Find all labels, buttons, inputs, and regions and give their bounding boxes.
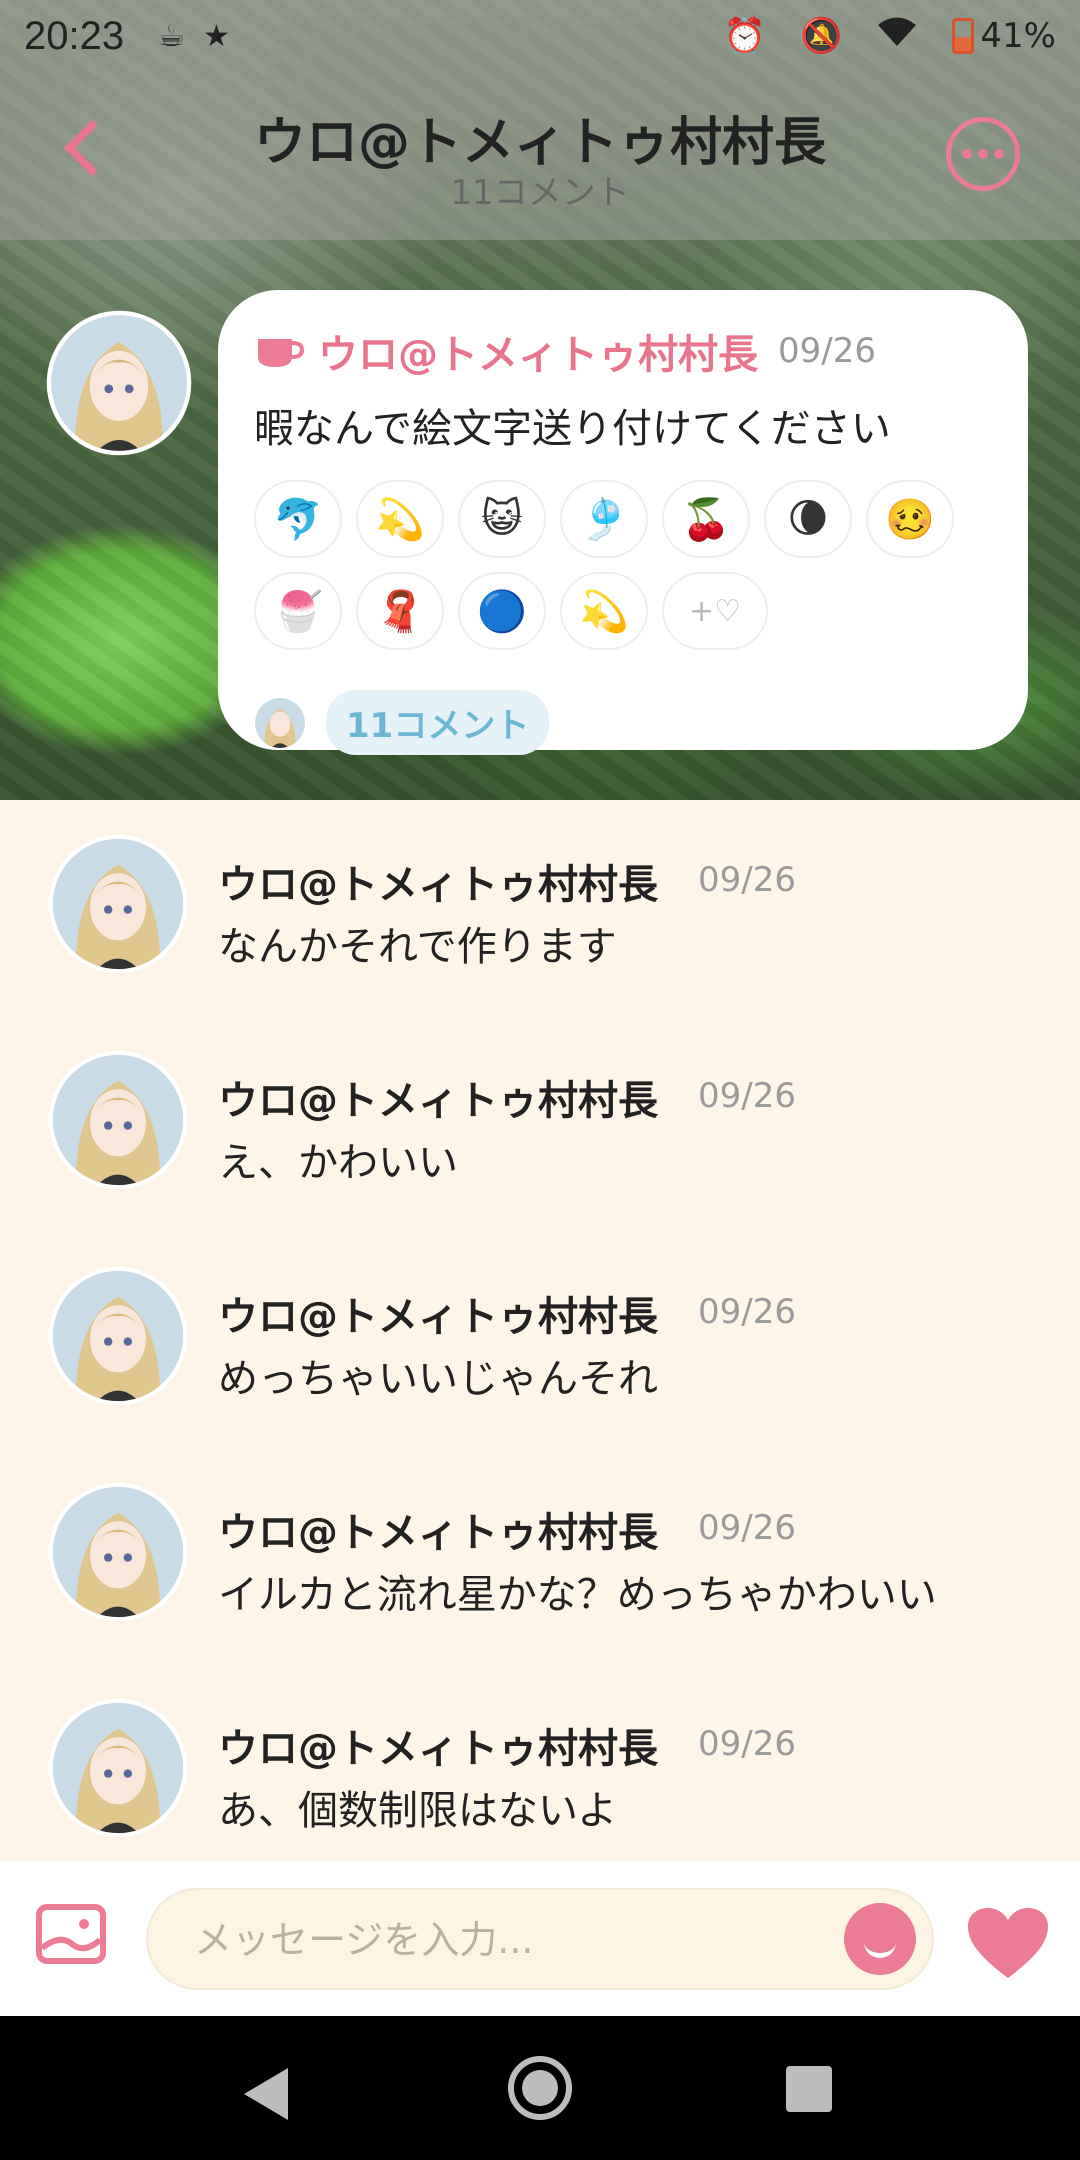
list-item: ウロ@トメィトゥ村村長 09/26 めっちゃいいじゃんそれ [0, 1232, 1080, 1448]
emoji-reaction[interactable]: 🔵 [458, 572, 546, 650]
nav-recents-icon[interactable] [786, 2066, 832, 2112]
post-date: 09/26 [778, 331, 876, 371]
comment-author[interactable]: ウロ@トメィトゥ村村長 [218, 852, 658, 910]
comment-count-badge[interactable]: 11コメント [326, 690, 550, 755]
comment-author[interactable]: ウロ@トメィトゥ村村長 [218, 1284, 658, 1342]
page-subtitle: 11コメント [450, 173, 630, 213]
alarm-icon: ⏰ [723, 16, 767, 56]
emoji-reaction[interactable]: 🍒 [662, 480, 750, 558]
comment-author[interactable]: ウロ@トメィトゥ村村長 [218, 1068, 658, 1126]
emoji-reactions: 🐬 💫 😺 🎐 🍒 🌘 🥴 🍧 🧣 🔵 💫 +♡ [254, 480, 974, 650]
emoji-reaction[interactable]: 🧣 [356, 572, 444, 650]
comment-date: 09/26 [698, 860, 796, 900]
system-nav-bar [0, 2016, 1080, 2160]
avatar[interactable] [48, 1698, 188, 1838]
comment-list: ウロ@トメィトゥ村村長 09/26 なんかそれで作ります ウロ@トメィトゥ村村長… [0, 800, 1080, 1860]
comment-author[interactable]: ウロ@トメィトゥ村村長 [218, 1716, 658, 1774]
comment-text: え、かわいい [218, 1140, 458, 1186]
image-icon[interactable] [36, 1904, 106, 1964]
post-card: ウロ@トメィトゥ村村長 09/26 暇なんで絵文字送り付けてください 🐬 💫 😺… [218, 290, 1028, 755]
emoji-picker-icon[interactable] [844, 1903, 916, 1975]
emoji-reaction[interactable]: 😺 [458, 480, 546, 558]
post-text: 暇なんで絵文字送り付けてください [254, 406, 891, 452]
comment-author[interactable]: ウロ@トメィトゥ村村長 [218, 1500, 658, 1558]
avatar[interactable] [48, 1266, 188, 1406]
emoji-reaction[interactable]: 🌘 [764, 480, 852, 558]
emoji-reaction[interactable]: 💫 [560, 572, 648, 650]
emoji-reaction[interactable]: 🐬 [254, 480, 342, 558]
battery-level: 41% [980, 16, 1056, 56]
avatar[interactable] [48, 1050, 188, 1190]
status-time: 20:23 [24, 13, 125, 58]
avatar[interactable] [46, 310, 192, 456]
post-author[interactable]: ウロ@トメィトゥ村村長 [318, 322, 758, 380]
coffee-icon: ☕ [158, 18, 186, 54]
commenter-avatar [254, 697, 306, 749]
list-item: ウロ@トメィトゥ村村長 09/26 あ、個数制限はないよ [0, 1664, 1080, 1860]
message-input[interactable] [194, 1912, 834, 1968]
comment-text: なんかそれで作ります [218, 924, 617, 970]
page-title: ウロ@トメィトゥ村村長 [253, 113, 826, 173]
emoji-reaction[interactable]: 🎐 [560, 480, 648, 558]
comment-text: イルカと流れ星かな？めっちゃかわいい [218, 1572, 937, 1618]
comment-date: 09/26 [698, 1076, 796, 1116]
avatar[interactable] [48, 1482, 188, 1622]
add-reaction-button[interactable]: +♡ [662, 572, 768, 650]
header: 20:23 ☕ ★ ⏰ 🔕 41% ウロ@トメィトゥ村村長 11コメント [0, 0, 1080, 240]
emoji-reaction[interactable]: 🍧 [254, 572, 342, 650]
comment-text: あ、個数制限はないよ [218, 1788, 618, 1834]
emoji-reaction[interactable]: 💫 [356, 480, 444, 558]
nav-back-icon[interactable] [244, 2068, 288, 2120]
message-field[interactable] [146, 1888, 934, 1990]
emoji-reaction[interactable]: 🥴 [866, 480, 954, 558]
cup-icon [254, 331, 305, 371]
status-bar: 20:23 ☕ ★ ⏰ 🔕 41% [0, 0, 1080, 72]
list-item: ウロ@トメィトゥ村村長 09/26 イルカと流れ星かな？めっちゃかわいい [0, 1448, 1080, 1664]
star-icon: ★ [203, 18, 230, 54]
battery-icon [952, 18, 975, 54]
list-item: ウロ@トメィトゥ村村長 09/26 え、かわいい [0, 1016, 1080, 1232]
comment-date: 09/26 [698, 1292, 796, 1332]
comment-text: めっちゃいいじゃんそれ [218, 1356, 658, 1402]
comment-date: 09/26 [698, 1508, 796, 1548]
bell-off-icon: 🔕 [800, 16, 843, 56]
avatar[interactable] [48, 834, 188, 974]
nav-home-icon[interactable] [508, 2056, 572, 2120]
message-bar [0, 1862, 1080, 2016]
comment-date: 09/26 [698, 1724, 796, 1764]
list-item: ウロ@トメィトゥ村村長 09/26 なんかそれで作ります [0, 800, 1080, 1016]
wifi-icon [876, 16, 918, 57]
more-options-button[interactable] [946, 117, 1020, 191]
heart-icon[interactable] [966, 1906, 1050, 1982]
